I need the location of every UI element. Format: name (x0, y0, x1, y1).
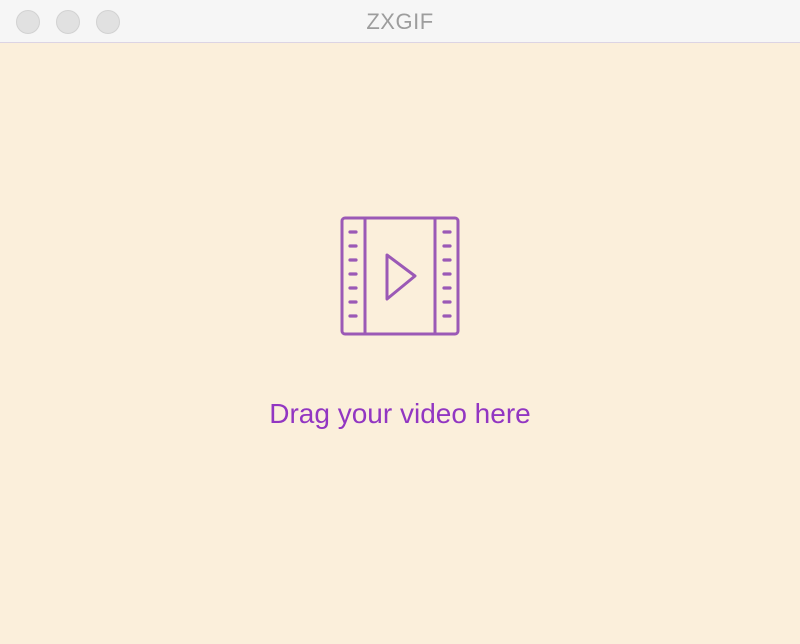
window-title: ZXGIF (366, 9, 434, 34)
title-bar[interactable]: ZXGIF (0, 0, 800, 43)
video-drop-zone[interactable]: Drag your video here (0, 43, 800, 644)
app-window: ZXGIF Drag your video here (0, 0, 800, 644)
drop-instruction-label: Drag your video here (269, 398, 531, 429)
video-film-play-icon (340, 216, 460, 336)
